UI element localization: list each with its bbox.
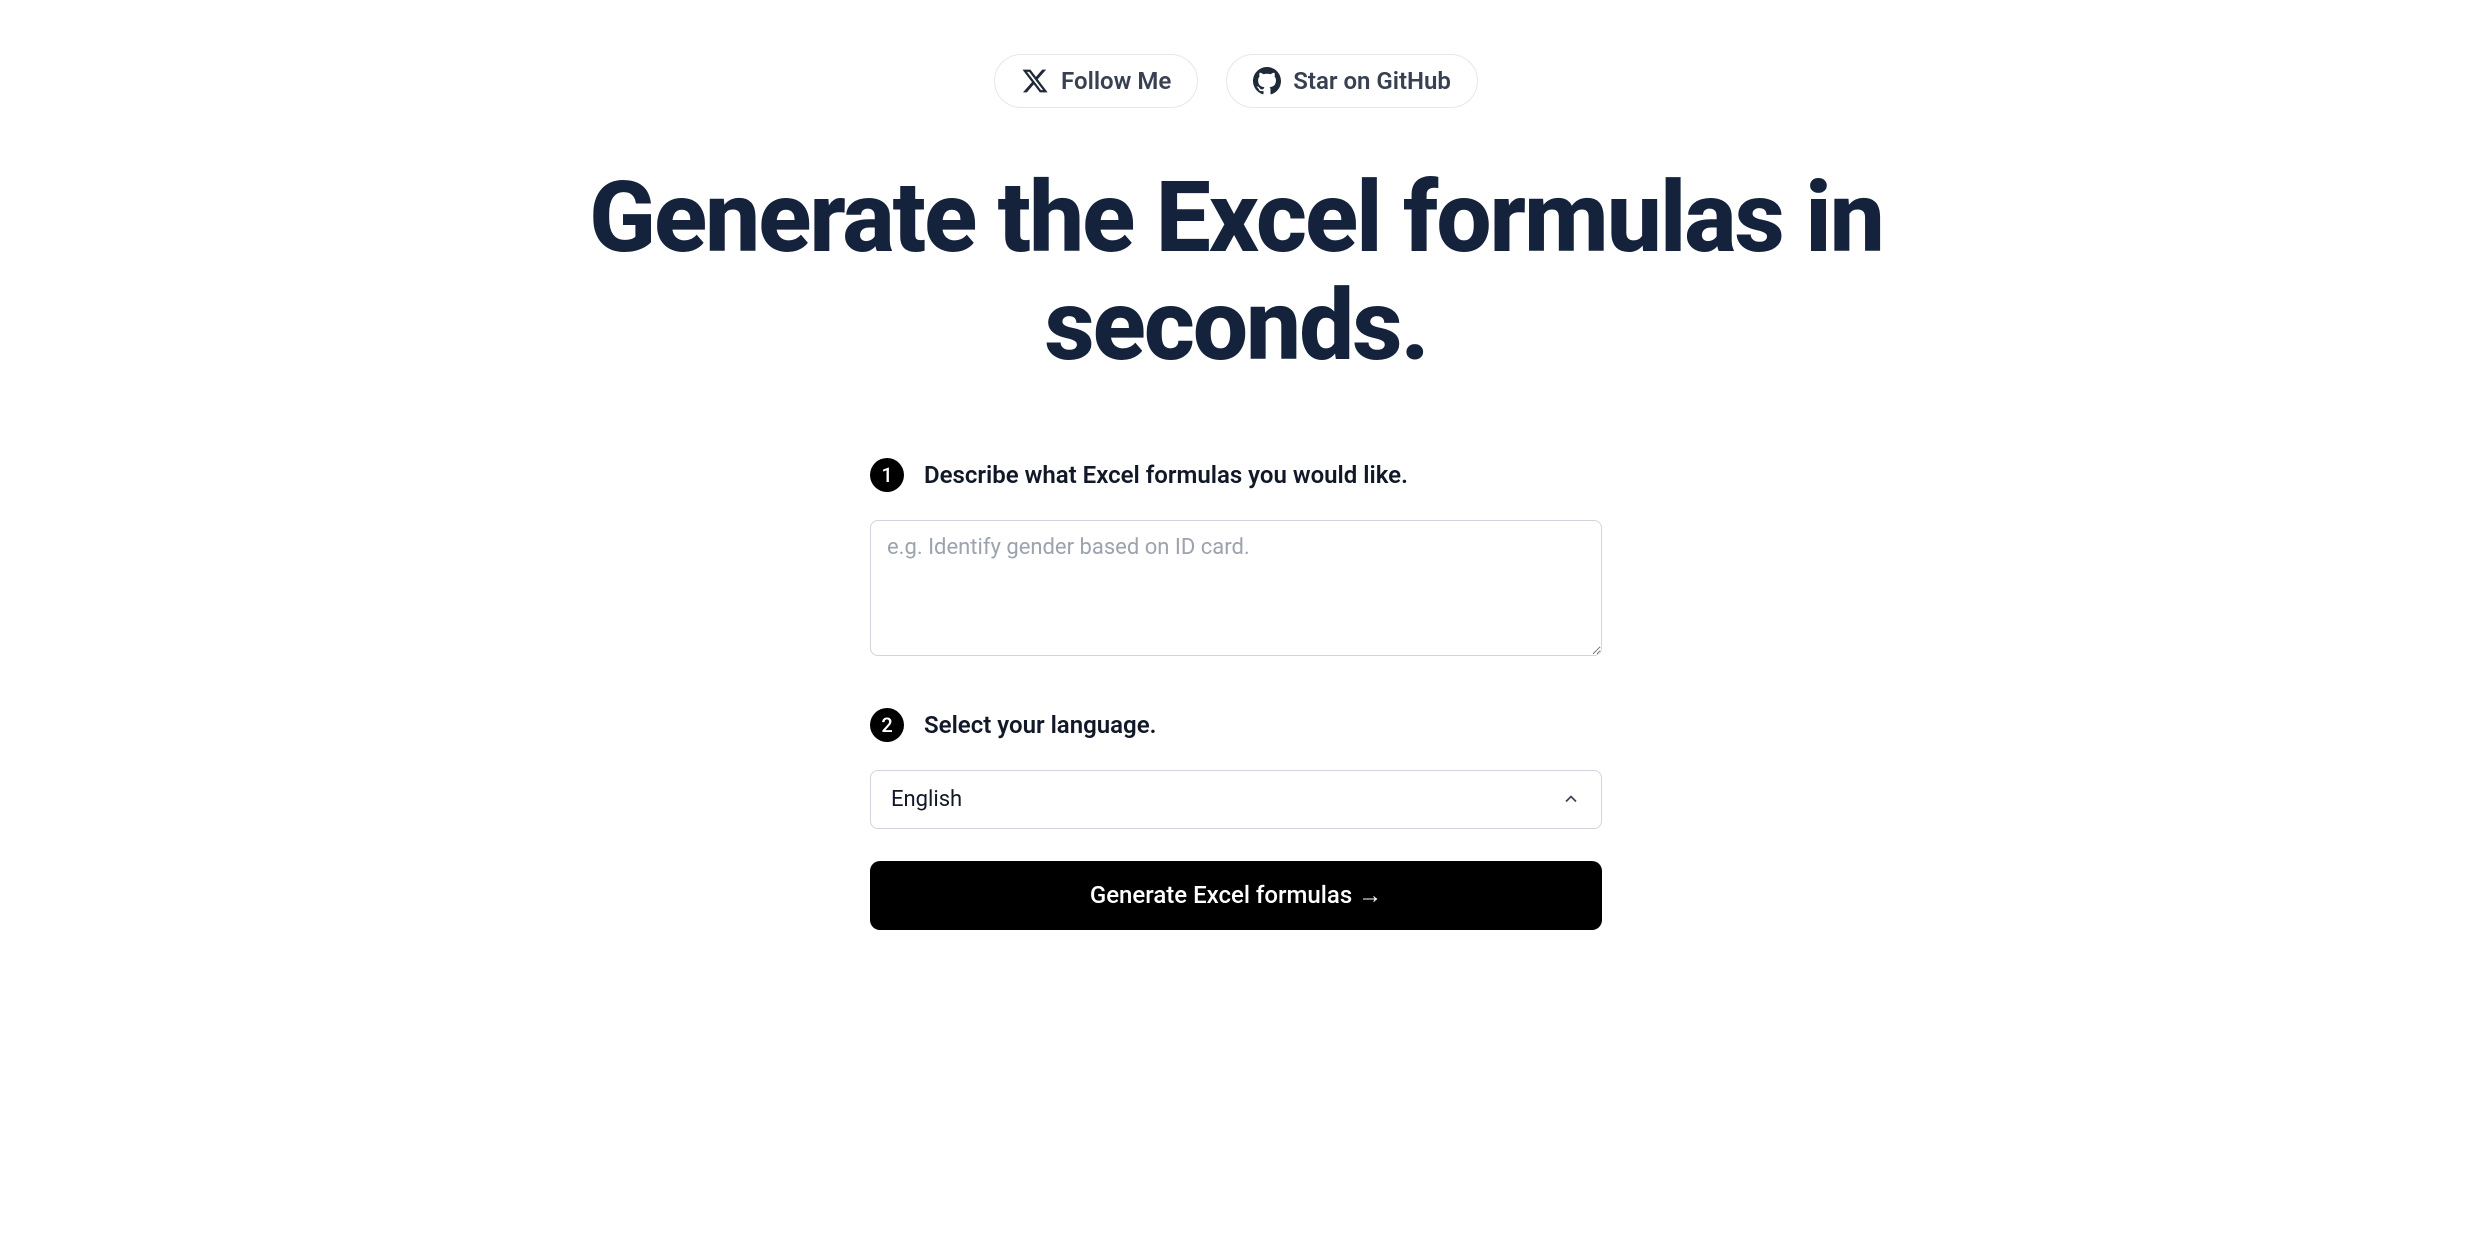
step-2-label: Select your language. — [924, 711, 1156, 739]
github-icon — [1253, 67, 1281, 95]
chevron-up-icon — [1561, 789, 1581, 809]
generate-button[interactable]: Generate Excel formulas → — [870, 861, 1602, 930]
step-2-header: 2 Select your language. — [870, 708, 1602, 742]
language-select[interactable]: English — [870, 770, 1602, 829]
follow-me-label: Follow Me — [1061, 67, 1171, 95]
step-1-header: 1 Describe what Excel formulas you would… — [870, 458, 1602, 492]
language-select-wrapper: English — [870, 770, 1602, 829]
social-buttons-row: Follow Me Star on GitHub — [994, 54, 1478, 108]
step-2-number: 2 — [870, 708, 904, 742]
step-1-label: Describe what Excel formulas you would l… — [924, 461, 1408, 489]
x-twitter-icon — [1021, 67, 1049, 95]
formula-description-input[interactable] — [870, 520, 1602, 656]
step-1-number: 1 — [870, 458, 904, 492]
follow-me-button[interactable]: Follow Me — [994, 54, 1198, 108]
form-container: 1 Describe what Excel formulas you would… — [870, 458, 1602, 930]
star-github-button[interactable]: Star on GitHub — [1226, 54, 1478, 108]
language-selected-value: English — [891, 787, 962, 812]
star-github-label: Star on GitHub — [1293, 67, 1451, 95]
page-title: Generate the Excel formulas in seconds. — [536, 164, 1936, 380]
